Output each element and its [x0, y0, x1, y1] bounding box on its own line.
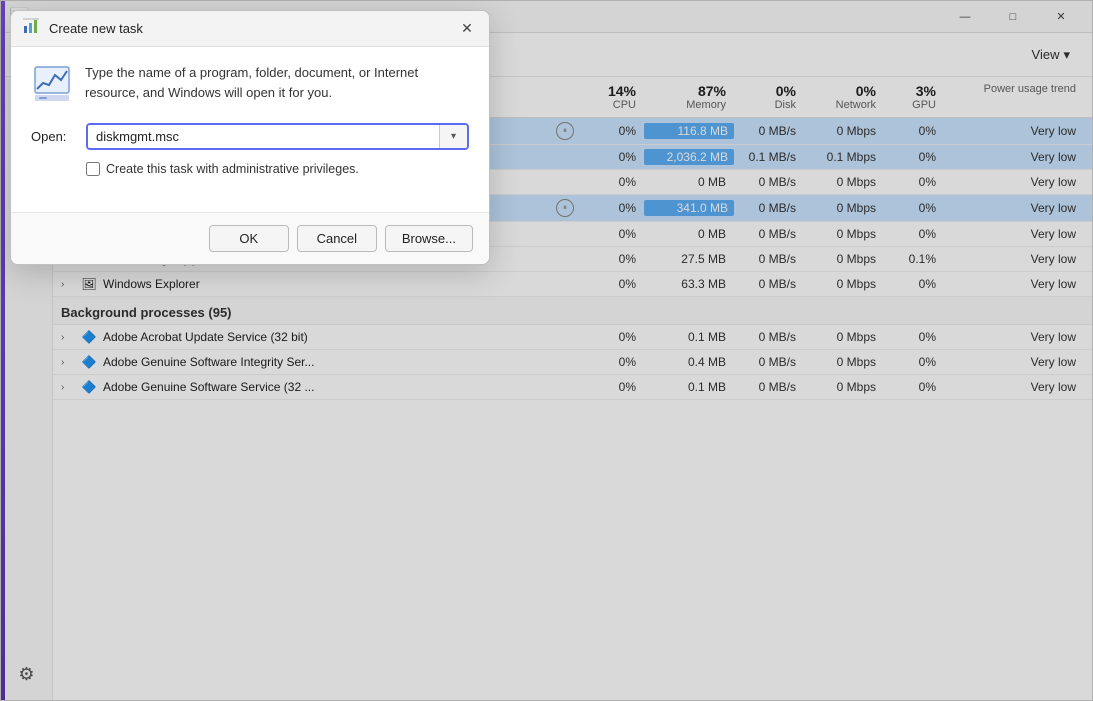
admin-label: Create this task with administrative pri…	[106, 162, 359, 176]
dialog-body: Type the name of a program, folder, docu…	[11, 47, 489, 212]
dialog-desc-icon	[31, 63, 73, 105]
cancel-button[interactable]: Cancel	[297, 225, 377, 252]
browse-button[interactable]: Browse...	[385, 225, 473, 252]
dialog-app-icon	[23, 18, 41, 39]
dialog-titlebar: Create new task ✕	[11, 11, 489, 47]
admin-checkbox-row: Create this task with administrative pri…	[86, 162, 469, 176]
open-label: Open:	[31, 129, 76, 144]
create-task-dialog: Create new task ✕ Type the name of a pro…	[10, 10, 490, 265]
dialog-description-text: Type the name of a program, folder, docu…	[85, 63, 469, 102]
dialog-close-button[interactable]: ✕	[453, 15, 481, 43]
open-dropdown-button[interactable]: ▾	[439, 125, 467, 148]
open-input-wrapper: ▾	[86, 123, 469, 150]
admin-checkbox[interactable]	[86, 162, 100, 176]
open-input[interactable]	[88, 125, 439, 148]
dialog-title: Create new task	[49, 21, 143, 36]
dialog-footer: OK Cancel Browse...	[11, 212, 489, 264]
dialog-description-area: Type the name of a program, folder, docu…	[31, 63, 469, 105]
dialog-title-area: Create new task	[23, 18, 143, 39]
open-input-row: Open: ▾	[31, 123, 469, 150]
modal-overlay: Create new task ✕ Type the name of a pro…	[0, 0, 1093, 701]
ok-button[interactable]: OK	[209, 225, 289, 252]
